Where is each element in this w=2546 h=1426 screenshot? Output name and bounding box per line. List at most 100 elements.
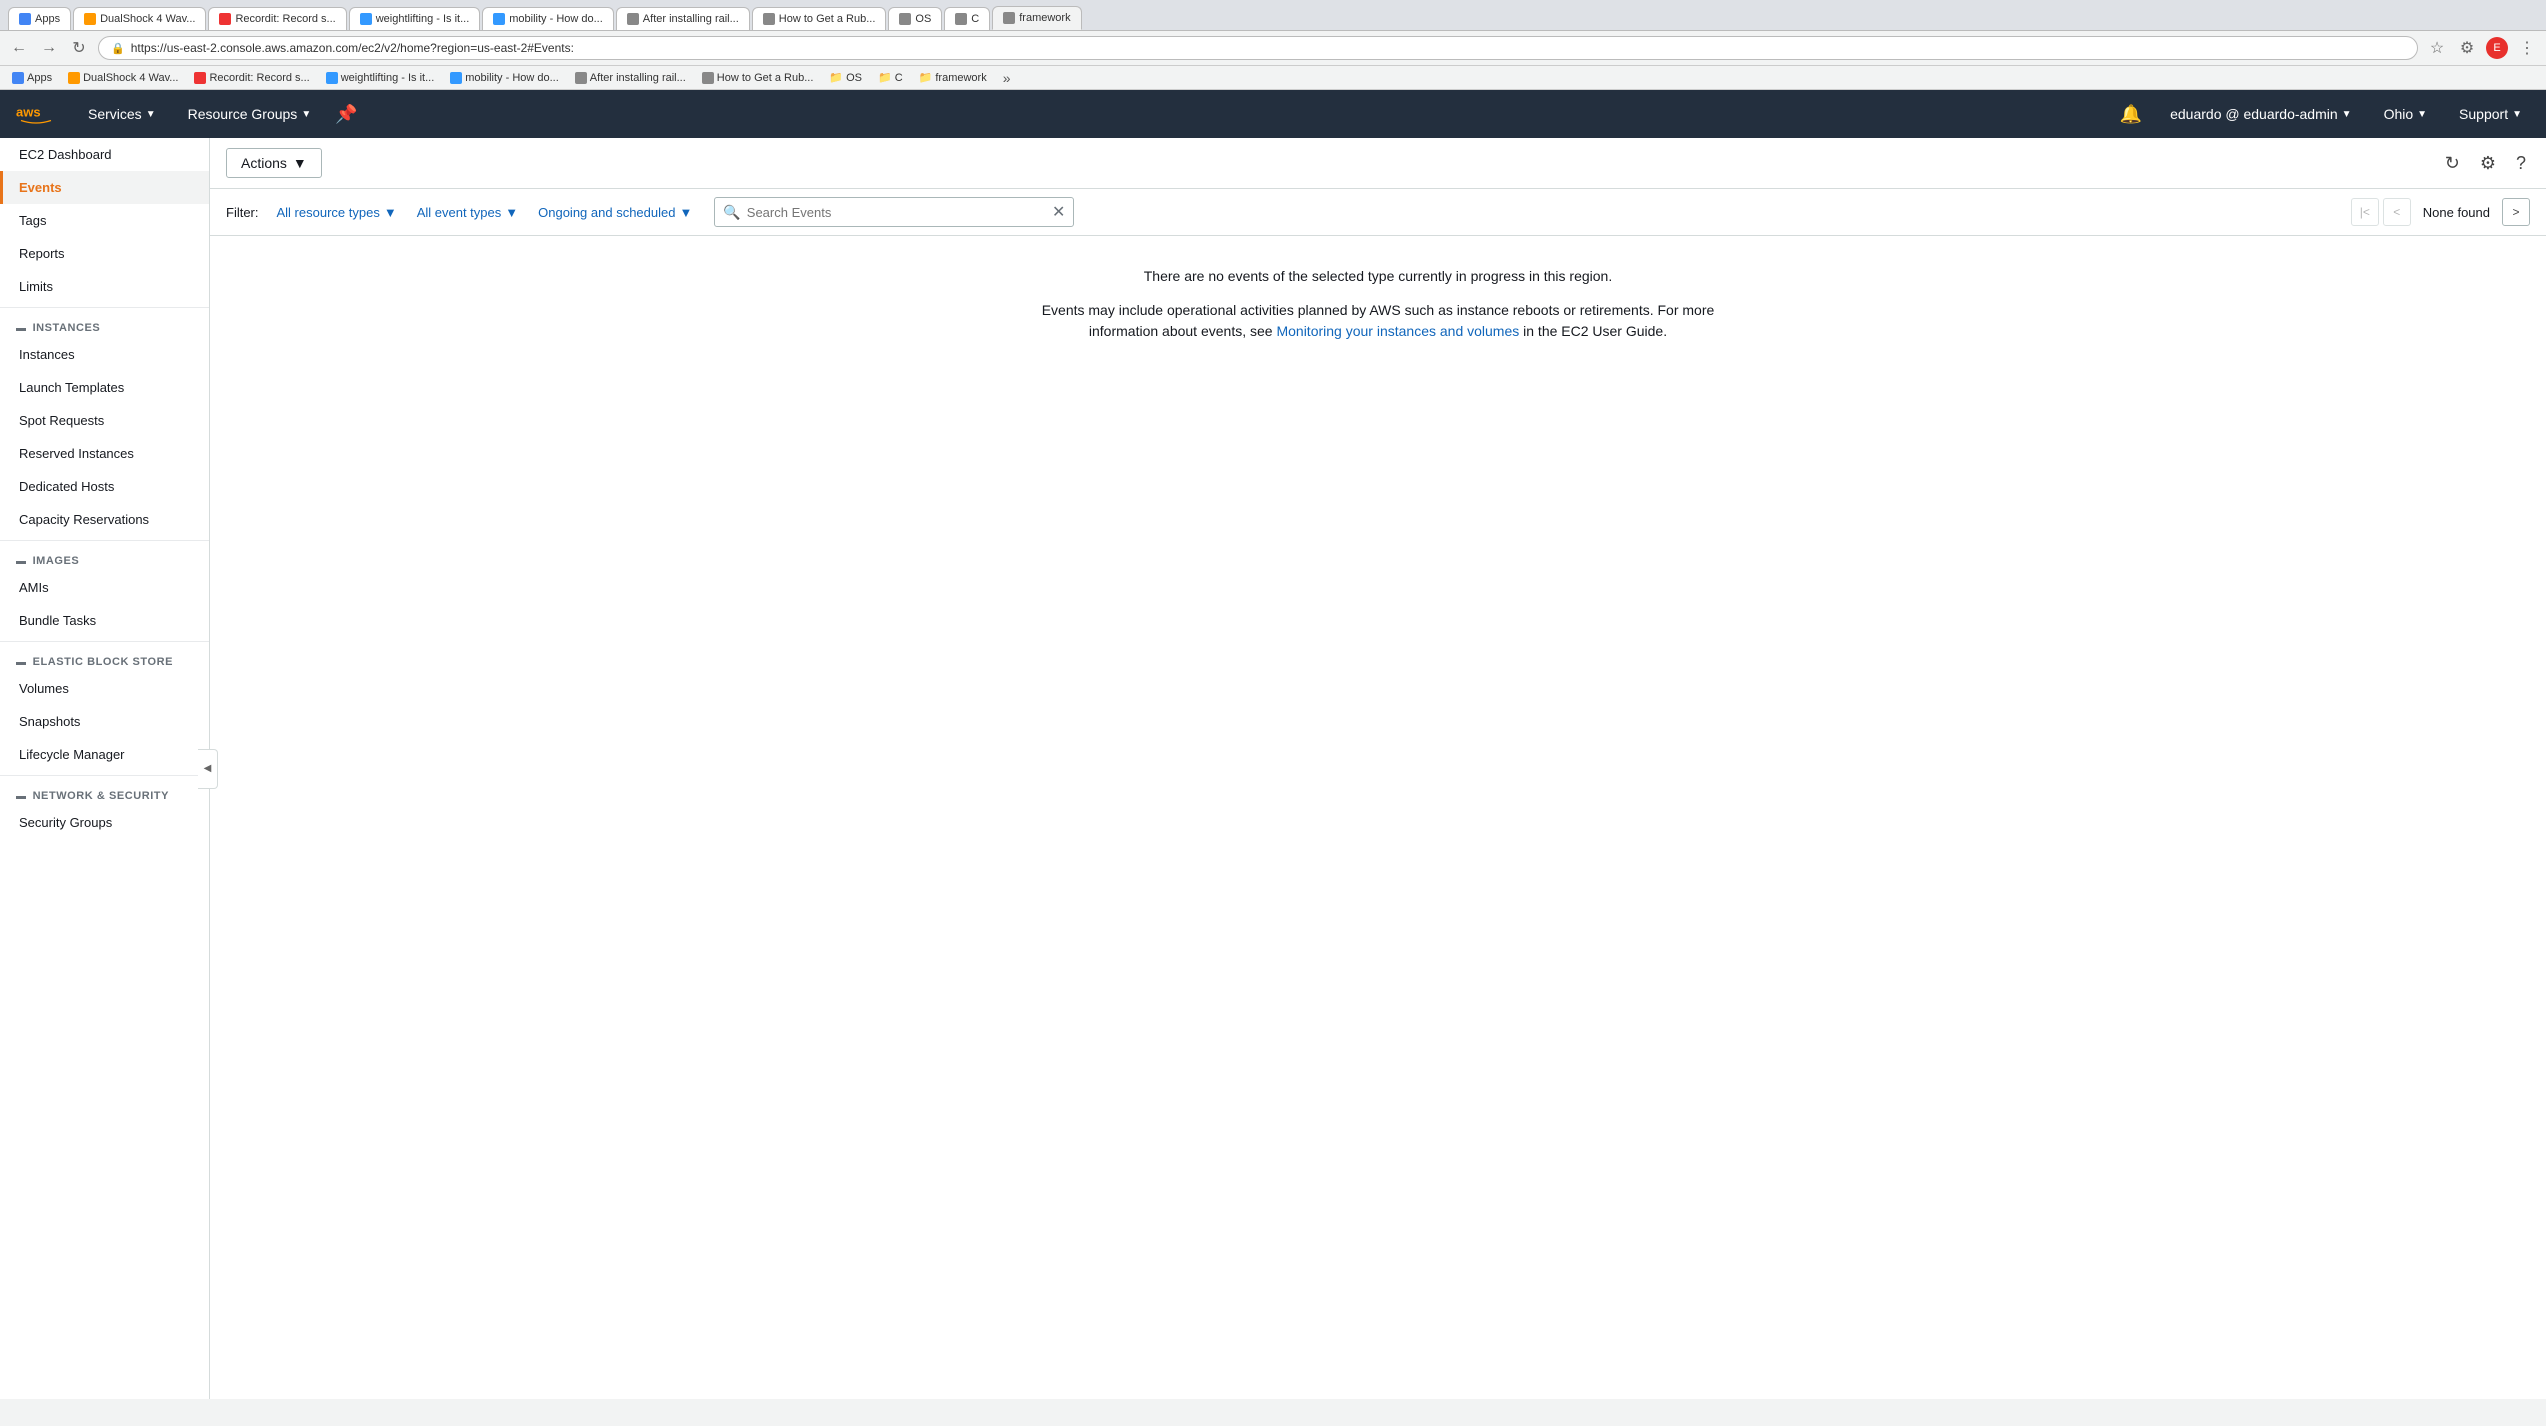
- sidebar-item-bundle-tasks[interactable]: Bundle Tasks: [0, 604, 209, 637]
- sidebar-item-limits[interactable]: Limits: [0, 270, 209, 303]
- browser-tab-dualshock[interactable]: DualShock 4 Wav...: [73, 7, 206, 30]
- sidebar-item-reserved-instances[interactable]: Reserved Instances: [0, 437, 209, 470]
- sidebar-item-snapshots[interactable]: Snapshots: [0, 705, 209, 738]
- sidebar-item-security-groups[interactable]: Security Groups: [0, 806, 209, 839]
- reload-button[interactable]: ↻: [68, 37, 90, 59]
- main-content: Actions ▼ ↻ ⚙ ? Filter: All resource typ…: [210, 138, 2546, 1399]
- resource-types-filter[interactable]: All resource types ▼: [271, 202, 403, 223]
- sidebar-divider-3: [0, 641, 209, 642]
- prev-page-button[interactable]: <: [2383, 198, 2411, 226]
- sidebar-section-instances[interactable]: ▬ INSTANCES: [0, 312, 209, 338]
- aws-navbar: aws Services ▼ Resource Groups ▼ 📌 🔔 edu…: [0, 90, 2546, 138]
- region-button[interactable]: Ohio ▼: [2376, 102, 2435, 126]
- sidebar-divider-1: [0, 307, 209, 308]
- browser-tab-recordit[interactable]: Recordit: Record s...: [208, 7, 346, 30]
- next-page-button[interactable]: >: [2502, 198, 2530, 226]
- browser-tab-os[interactable]: OS: [888, 7, 942, 30]
- browser-tab-weightlifting[interactable]: weightlifting - Is it...: [349, 7, 481, 30]
- forward-button[interactable]: →: [38, 37, 60, 59]
- bookmark-rails[interactable]: After installing rail...: [571, 70, 690, 86]
- content-area: There are no events of the selected type…: [210, 236, 2546, 1399]
- filter-label: Filter:: [226, 205, 259, 220]
- bookmark-favicon: [194, 72, 206, 84]
- sidebar-section-ebs[interactable]: ▬ ELASTIC BLOCK STORE: [0, 646, 209, 672]
- sidebar-item-events[interactable]: Events: [0, 171, 209, 204]
- schedule-chevron: ▼: [679, 205, 692, 220]
- sidebar-item-reports[interactable]: Reports: [0, 237, 209, 270]
- search-clear-icon[interactable]: ✕: [1052, 202, 1065, 222]
- tab-favicon: [763, 13, 775, 25]
- section-label-network: NETWORK & SECURITY: [33, 790, 169, 802]
- monitoring-link[interactable]: Monitoring your instances and volumes: [1276, 323, 1519, 339]
- browser-tab-c[interactable]: C: [944, 7, 990, 30]
- more-button[interactable]: ⋮: [2516, 37, 2538, 59]
- sidebar-item-ec2-dashboard[interactable]: EC2 Dashboard: [0, 138, 209, 171]
- back-button[interactable]: ←: [8, 37, 30, 59]
- refresh-button[interactable]: ↻: [2441, 149, 2464, 178]
- sidebar-item-volumes[interactable]: Volumes: [0, 672, 209, 705]
- event-types-filter[interactable]: All event types ▼: [411, 202, 524, 223]
- bookmark-folder-framework[interactable]: 📁 framework: [915, 69, 991, 86]
- browser-tab-mobility[interactable]: mobility - How do...: [482, 7, 614, 30]
- browser-chrome: Apps DualShock 4 Wav... Recordit: Record…: [0, 0, 2546, 31]
- address-bar[interactable]: 🔒 https://us-east-2.console.aws.amazon.c…: [98, 36, 2418, 60]
- bookmark-folder-c[interactable]: 📁 C: [874, 69, 907, 86]
- sidebar-collapse-button[interactable]: ◀: [198, 749, 218, 789]
- browser-tab-apps[interactable]: Apps: [8, 7, 71, 30]
- services-button[interactable]: Services ▼: [80, 102, 164, 126]
- star-button[interactable]: ☆: [2426, 37, 2448, 59]
- sidebar-item-capacity-reservations[interactable]: Capacity Reservations: [0, 503, 209, 536]
- bookmark-weightlifting[interactable]: weightlifting - Is it...: [322, 70, 439, 86]
- sidebar-item-lifecycle-manager[interactable]: Lifecycle Manager: [0, 738, 209, 771]
- search-icon: 🔍: [723, 204, 740, 221]
- bookmarks-more[interactable]: »: [1003, 70, 1011, 86]
- sidebar-item-tags[interactable]: Tags: [0, 204, 209, 237]
- bookmark-folder-os[interactable]: 📁 OS: [825, 69, 866, 86]
- bookmark-dualshock[interactable]: DualShock 4 Wav...: [64, 70, 182, 86]
- aws-logo: aws: [16, 100, 56, 128]
- resource-groups-button[interactable]: Resource Groups ▼: [180, 102, 320, 126]
- sidebar-item-launch-templates[interactable]: Launch Templates: [0, 371, 209, 404]
- sidebar-item-instances[interactable]: Instances: [0, 338, 209, 371]
- bookmark-recordit[interactable]: Recordit: Record s...: [190, 70, 313, 86]
- pin-icon[interactable]: 📌: [335, 104, 357, 125]
- search-input[interactable]: [747, 205, 1046, 220]
- help-button[interactable]: ?: [2512, 149, 2530, 178]
- sidebar-item-spot-requests[interactable]: Spot Requests: [0, 404, 209, 437]
- section-label-images: IMAGES: [33, 555, 80, 567]
- user-label: eduardo @ eduardo-admin: [2170, 106, 2338, 122]
- sidebar-section-network[interactable]: ▬ NETWORK & SECURITY: [0, 780, 209, 806]
- event-types-label: All event types: [417, 205, 502, 220]
- resource-types-label: All resource types: [277, 205, 380, 220]
- bookmark-apps[interactable]: Apps: [8, 70, 56, 86]
- sidebar-wrapper: EC2 Dashboard Events Tags Reports Limits…: [0, 138, 210, 1399]
- content-toolbar: Actions ▼ ↻ ⚙ ?: [210, 138, 2546, 189]
- bell-icon[interactable]: 🔔: [2116, 100, 2146, 129]
- actions-button[interactable]: Actions ▼: [226, 148, 322, 178]
- section-label-instances: INSTANCES: [33, 322, 101, 334]
- browser-tab-framework[interactable]: framework: [992, 6, 1081, 30]
- folder-icon: 📁: [829, 71, 843, 84]
- bookmark-mobility[interactable]: mobility - How do...: [446, 70, 563, 86]
- first-page-button[interactable]: |<: [2351, 198, 2379, 226]
- sidebar-item-amis[interactable]: AMIs: [0, 571, 209, 604]
- no-events-message: There are no events of the selected type…: [226, 268, 2530, 284]
- user-button[interactable]: eduardo @ eduardo-admin ▼: [2162, 102, 2359, 126]
- bookmark-favicon: [450, 72, 462, 84]
- schedule-filter[interactable]: Ongoing and scheduled ▼: [532, 202, 698, 223]
- browser-tab-rails[interactable]: After installing rail...: [616, 7, 750, 30]
- sidebar-item-dedicated-hosts[interactable]: Dedicated Hosts: [0, 470, 209, 503]
- folder-icon: 📁: [878, 71, 892, 84]
- services-chevron: ▼: [146, 109, 156, 120]
- browser-tab-ruby[interactable]: How to Get a Rub...: [752, 7, 887, 30]
- settings-button[interactable]: ⚙: [2476, 149, 2500, 178]
- profile-button[interactable]: E: [2486, 37, 2508, 59]
- support-chevron: ▼: [2512, 109, 2522, 120]
- tab-favicon: [627, 13, 639, 25]
- sidebar-divider-2: [0, 540, 209, 541]
- bookmark-ruby[interactable]: How to Get a Rub...: [698, 70, 818, 86]
- extensions-button[interactable]: ⚙: [2456, 37, 2478, 59]
- search-box[interactable]: 🔍 ✕: [714, 197, 1074, 227]
- sidebar-section-images[interactable]: ▬ IMAGES: [0, 545, 209, 571]
- support-button[interactable]: Support ▼: [2451, 102, 2530, 126]
